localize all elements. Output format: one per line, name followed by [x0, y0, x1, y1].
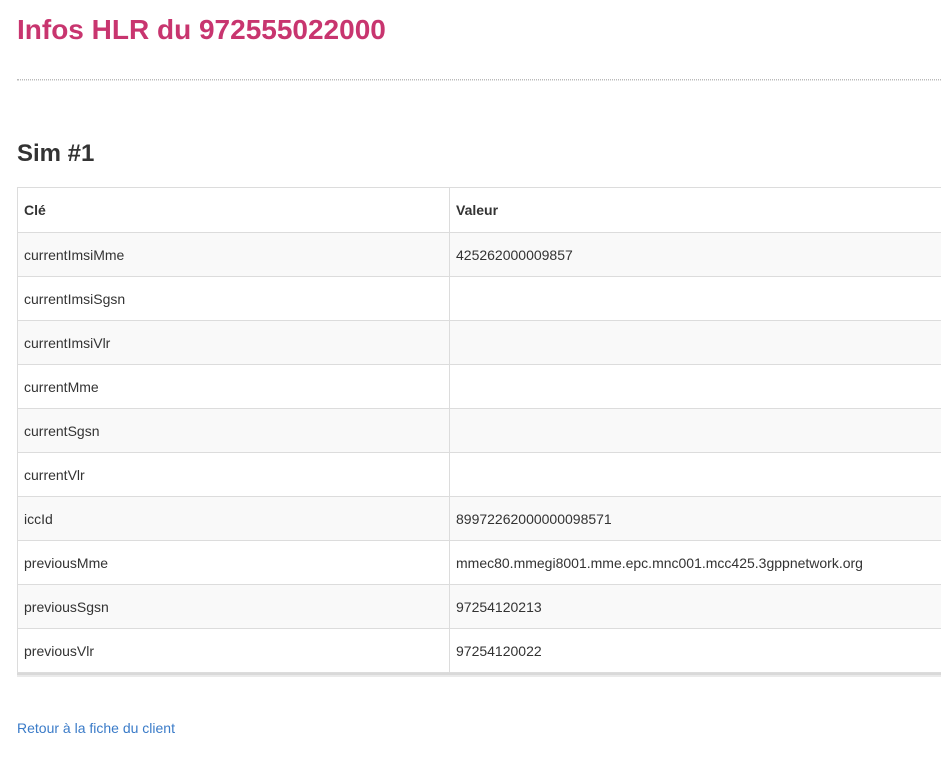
row-value: mmec80.mmegi8001.mme.epc.mnc001.mcc425.3…	[449, 540, 941, 585]
row-value	[449, 408, 941, 453]
table-row: previousVlr 97254120022	[17, 628, 941, 673]
row-key: previousMme	[17, 540, 450, 585]
column-header-key: Clé	[17, 187, 450, 233]
row-value	[449, 320, 941, 365]
table-row: currentVlr	[17, 452, 941, 497]
dotted-separator	[17, 79, 941, 81]
row-key: currentImsiMme	[17, 232, 450, 277]
row-key: previousVlr	[17, 628, 450, 673]
row-key: currentImsiSgsn	[17, 276, 450, 321]
row-key: currentImsiVlr	[17, 320, 450, 365]
row-value	[449, 364, 941, 409]
column-header-value: Valeur	[449, 187, 941, 233]
row-value	[449, 452, 941, 497]
row-key: previousSgsn	[17, 584, 450, 629]
table-row: currentSgsn	[17, 408, 941, 453]
page: Infos HLR du 972555022000 Sim #1 Clé Val…	[0, 0, 941, 779]
hlr-info-table: Clé Valeur currentImsiMme 42526200000985…	[17, 187, 941, 673]
section-title: Sim #1	[17, 140, 95, 167]
table-row: previousSgsn 97254120213	[17, 584, 941, 629]
row-key: currentMme	[17, 364, 450, 409]
table-row: currentImsiSgsn	[17, 276, 941, 321]
hlr-table-container: Clé Valeur currentImsiMme 42526200000985…	[17, 187, 941, 673]
row-value: 425262000009857	[449, 232, 941, 277]
table-header-row: Clé Valeur	[17, 187, 941, 233]
row-key: currentSgsn	[17, 408, 450, 453]
table-row: previousMme mmec80.mmegi8001.mme.epc.mnc…	[17, 540, 941, 585]
row-key: currentVlr	[17, 452, 450, 497]
row-value	[449, 276, 941, 321]
table-row: iccId 89972262000000098571	[17, 496, 941, 541]
row-key: iccId	[17, 496, 450, 541]
row-value: 97254120022	[449, 628, 941, 673]
row-value: 97254120213	[449, 584, 941, 629]
table-row: currentImsiVlr	[17, 320, 941, 365]
table-row: currentImsiMme 425262000009857	[17, 232, 941, 277]
back-to-client-link[interactable]: Retour à la fiche du client	[17, 719, 175, 737]
page-title: Infos HLR du 972555022000	[17, 14, 386, 45]
table-row: currentMme	[17, 364, 941, 409]
row-value: 89972262000000098571	[449, 496, 941, 541]
